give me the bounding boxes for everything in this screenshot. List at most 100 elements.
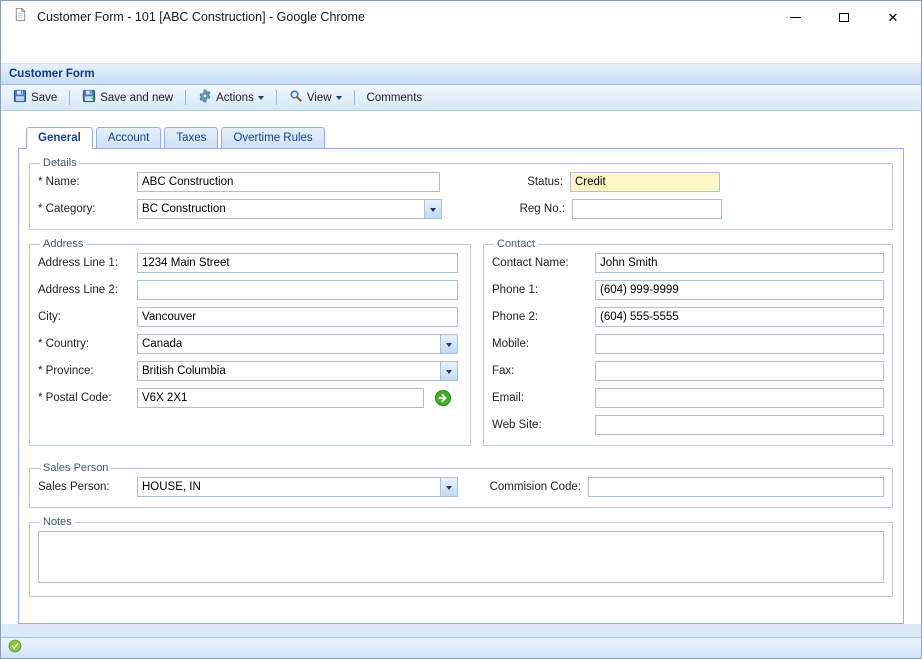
details-row-1: * Name: Status: xyxy=(38,172,884,192)
phone1-input[interactable] xyxy=(595,280,884,300)
name-label: * Name: xyxy=(38,172,137,192)
view-menu-button[interactable]: View xyxy=(281,85,350,110)
email-input[interactable] xyxy=(595,388,884,408)
window-controls: ✕ xyxy=(787,9,909,25)
chevron-down-icon xyxy=(258,96,264,103)
chevron-down-icon[interactable] xyxy=(440,362,457,380)
contact-legend: Contact xyxy=(494,238,538,250)
tab-overtime-rules[interactable]: Overtime Rules xyxy=(221,127,324,149)
gear-icon xyxy=(198,89,212,106)
contact-row: Email: xyxy=(492,388,884,408)
commission-code-input[interactable] xyxy=(588,477,884,497)
notes-fieldset: Notes xyxy=(29,516,893,597)
province-value: British Columbia xyxy=(138,362,440,380)
city-input[interactable] xyxy=(137,307,458,327)
mobile-input[interactable] xyxy=(595,334,884,354)
chevron-down-icon[interactable] xyxy=(440,335,457,353)
phone2-input[interactable] xyxy=(595,307,884,327)
contact-row: Phone 2: xyxy=(492,307,884,327)
tab-strip: General Account Taxes Overtime Rules xyxy=(18,127,904,149)
titlebar: Customer Form - 101 [ABC Construction] -… xyxy=(1,1,921,33)
window-title: Customer Form - 101 [ABC Construction] -… xyxy=(37,10,365,24)
actions-menu-button[interactable]: Actions xyxy=(190,85,272,110)
chevron-down-glyph xyxy=(430,208,436,215)
close-button[interactable]: ✕ xyxy=(885,9,901,25)
province-label: * Province: xyxy=(38,361,137,381)
address-line2-label: Address Line 2: xyxy=(38,280,137,300)
sales-person-fieldset: Sales Person Sales Person: HOUSE, IN Com… xyxy=(29,462,893,508)
address-line2-input[interactable] xyxy=(137,280,458,300)
contact-row: Phone 1: xyxy=(492,280,884,300)
address-legend: Address xyxy=(40,238,86,250)
general-tab-panel: Details * Name: Status: * Category: BC C… xyxy=(18,148,904,624)
status-input[interactable] xyxy=(570,172,720,192)
contact-fieldset: Contact Contact Name: Phone 1: Phone 2: xyxy=(483,238,893,446)
tab-general[interactable]: General xyxy=(26,127,93,149)
document-icon xyxy=(13,7,28,27)
notes-textarea[interactable] xyxy=(38,531,884,583)
actions-label: Actions xyxy=(216,92,254,104)
chevron-down-icon xyxy=(336,96,342,103)
status-label: Status: xyxy=(440,172,570,192)
maximize-button[interactable] xyxy=(836,9,852,25)
fax-input[interactable] xyxy=(595,361,884,381)
app-window: Customer Form - 101 [ABC Construction] -… xyxy=(0,0,922,659)
sales-person-combobox[interactable]: HOUSE, IN xyxy=(137,477,458,497)
commission-code-label: Commision Code: xyxy=(458,477,588,497)
address-fieldset: Address Address Line 1: Address Line 2: … xyxy=(29,238,471,446)
contact-row: Contact Name: xyxy=(492,253,884,273)
view-label: View xyxy=(307,92,332,104)
save-and-new-button[interactable]: Save and new xyxy=(74,85,181,110)
details-row-2: * Category: BC Construction Reg No.: xyxy=(38,199,884,219)
footer xyxy=(1,624,921,658)
postal-lookup-button[interactable] xyxy=(434,389,452,407)
save-and-new-label: Save and new xyxy=(100,92,173,104)
phone1-label: Phone 1: xyxy=(492,280,595,300)
maximize-icon xyxy=(839,13,849,22)
category-label: * Category: xyxy=(38,199,137,219)
country-combobox[interactable]: Canada xyxy=(137,334,458,354)
address-line1-input[interactable] xyxy=(137,253,458,273)
chevron-down-icon[interactable] xyxy=(424,200,441,218)
fax-label: Fax: xyxy=(492,361,595,381)
category-value: BC Construction xyxy=(138,200,424,218)
contact-row: Web Site: xyxy=(492,415,884,435)
country-value: Canada xyxy=(138,335,440,353)
toolbar-separator xyxy=(185,90,186,105)
province-combobox[interactable]: British Columbia xyxy=(137,361,458,381)
country-label: * Country: xyxy=(38,334,137,354)
minimize-button[interactable] xyxy=(787,9,803,25)
comments-button[interactable]: Comments xyxy=(359,88,431,108)
chevron-down-glyph xyxy=(446,370,452,377)
details-fieldset: Details * Name: Status: * Category: BC C… xyxy=(29,157,893,230)
tab-account[interactable]: Account xyxy=(96,127,162,149)
chevron-down-icon[interactable] xyxy=(440,478,457,496)
website-input[interactable] xyxy=(595,415,884,435)
tab-taxes[interactable]: Taxes xyxy=(164,127,218,149)
email-label: Email: xyxy=(492,388,595,408)
magnifier-icon xyxy=(289,89,303,106)
form-body: General Account Taxes Overtime Rules Det… xyxy=(1,111,921,624)
contact-row: Mobile: xyxy=(492,334,884,354)
details-legend: Details xyxy=(40,157,80,169)
footer-strip xyxy=(1,624,921,637)
sales-person-value: HOUSE, IN xyxy=(138,478,440,496)
chevron-down-glyph xyxy=(446,343,452,350)
contact-name-label: Contact Name: xyxy=(492,253,595,273)
contact-name-input[interactable] xyxy=(595,253,884,273)
website-label: Web Site: xyxy=(492,415,595,435)
save-button[interactable]: Save xyxy=(5,85,65,110)
reg-no-input[interactable] xyxy=(572,199,722,219)
postal-code-input[interactable] xyxy=(137,388,424,408)
save-and-new-icon xyxy=(82,89,96,106)
save-label: Save xyxy=(31,92,57,104)
go-arrow-icon xyxy=(434,389,452,407)
toolbar-separator xyxy=(69,90,70,105)
name-input[interactable] xyxy=(137,172,440,192)
form-header-title: Customer Form xyxy=(9,68,95,80)
contact-row: Fax: xyxy=(492,361,884,381)
category-combobox[interactable]: BC Construction xyxy=(137,199,442,219)
save-icon xyxy=(13,89,27,106)
success-check-icon xyxy=(8,639,22,658)
browser-blank-strip xyxy=(1,33,921,63)
